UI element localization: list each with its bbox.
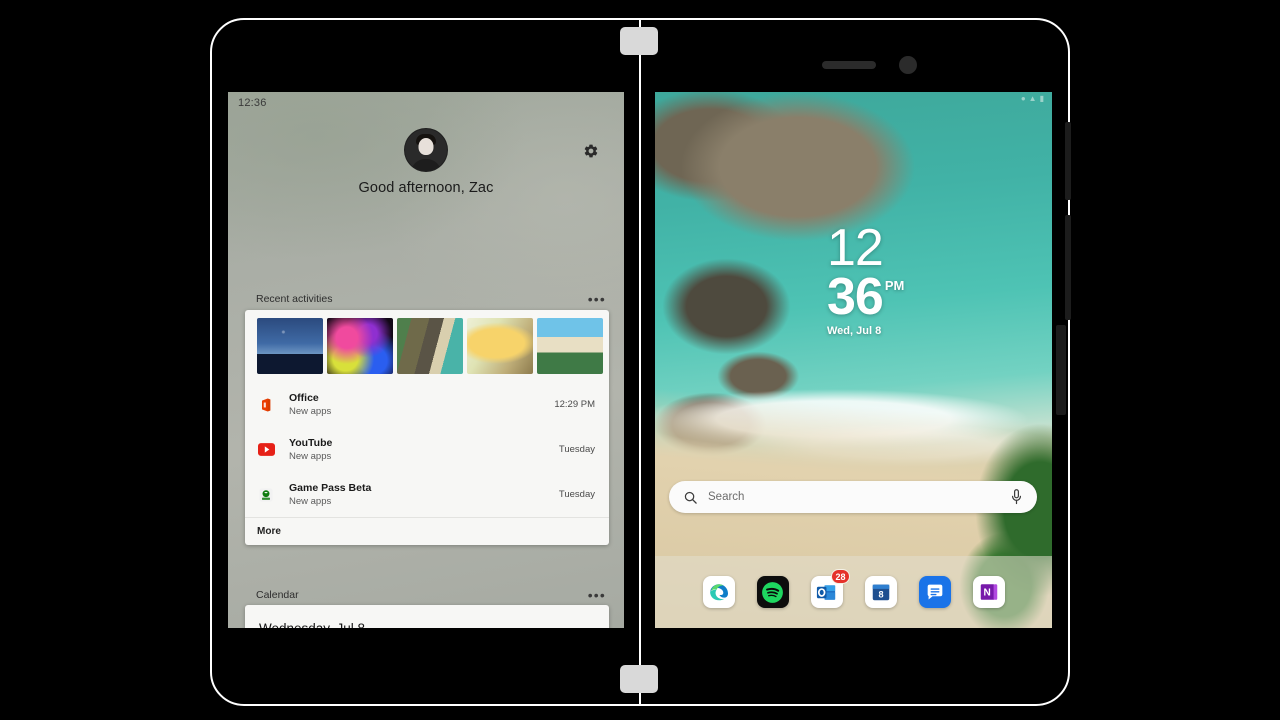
power-button[interactable] bbox=[1065, 215, 1071, 320]
thumbnail-strip bbox=[245, 310, 609, 382]
avatar-body bbox=[411, 159, 441, 171]
app-dock: 28 8 N bbox=[655, 556, 1052, 628]
clock-hours: 12 bbox=[827, 219, 884, 277]
spotify-icon bbox=[762, 581, 783, 603]
outlook-icon bbox=[816, 584, 836, 600]
activity-list: Office New apps 12:29 PM YouTube New app… bbox=[245, 382, 609, 517]
calendar-overflow-icon[interactable]: ••• bbox=[588, 588, 606, 602]
fingerprint-button[interactable] bbox=[1056, 325, 1066, 415]
recent-activities-card: Office New apps 12:29 PM YouTube New app… bbox=[245, 310, 609, 545]
wifi-icon: ● bbox=[1020, 94, 1026, 103]
hinge-tab-top bbox=[620, 27, 658, 55]
activity-subtitle: New apps bbox=[289, 450, 332, 462]
dock-app-spotify[interactable] bbox=[756, 576, 789, 608]
activity-time: Tuesday bbox=[558, 489, 595, 500]
activity-text: Game Pass Beta New apps bbox=[289, 482, 559, 508]
dock-app-onenote[interactable]: N bbox=[972, 576, 1005, 608]
search-placeholder: Search bbox=[708, 491, 745, 503]
speaker-grille bbox=[822, 61, 876, 69]
avatar-face bbox=[418, 138, 434, 155]
right-status-bar: ● ▲ ▮ bbox=[1021, 95, 1044, 103]
search-bar[interactable]: Search bbox=[669, 481, 1037, 513]
calendar-title: Calendar bbox=[256, 589, 299, 601]
onenote-icon: N bbox=[980, 584, 997, 600]
settings-button[interactable] bbox=[580, 140, 602, 162]
gamepass-icon bbox=[257, 486, 275, 504]
clock-date: Wed, Jul 8 bbox=[827, 325, 882, 337]
arrow-left-icon[interactable]: ← bbox=[541, 620, 557, 628]
feed-header: Good afternoon, Zac bbox=[228, 114, 624, 210]
activity-text: YouTube New apps bbox=[289, 437, 559, 463]
activity-app-name: Office bbox=[289, 391, 319, 404]
greeting-text: Good afternoon, Zac bbox=[358, 180, 494, 196]
signal-icon: ▲ bbox=[1028, 94, 1037, 103]
thumbnail-beach-cove[interactable] bbox=[537, 318, 603, 374]
gear-icon bbox=[584, 144, 598, 158]
youtube-icon bbox=[257, 441, 275, 459]
hinge-tab-bottom bbox=[620, 665, 658, 693]
status-bar-clock: 12:36 bbox=[238, 97, 267, 109]
activity-subtitle: New apps bbox=[289, 495, 332, 507]
left-status-bar: 12:36 bbox=[228, 92, 624, 114]
battery-icon: ▮ bbox=[1039, 94, 1044, 103]
activity-app-name: Game Pass Beta bbox=[289, 481, 372, 494]
more-button[interactable]: More bbox=[245, 517, 609, 545]
more-label: More bbox=[257, 526, 281, 537]
calendar-date: Wednesday, Jul 8 bbox=[259, 621, 365, 628]
list-item[interactable]: YouTube New apps Tuesday bbox=[245, 427, 609, 472]
dock-app-edge[interactable] bbox=[702, 576, 735, 608]
clock-minutes-row: 36 PM bbox=[827, 268, 905, 326]
clock-minutes: 36 bbox=[827, 268, 884, 326]
thumbnail-color-smoke[interactable] bbox=[327, 318, 393, 374]
thumbnail-night-sky-ocean[interactable] bbox=[257, 318, 323, 374]
recent-activities-header: Recent activities ••• bbox=[228, 286, 624, 312]
calendar-card: Wednesday, Jul 8 ← → Add event bbox=[245, 605, 609, 628]
device-hinge bbox=[639, 18, 641, 706]
calendar-date-row: Wednesday, Jul 8 ← → bbox=[245, 605, 609, 628]
recent-activities-overflow-icon[interactable]: ••• bbox=[588, 292, 606, 306]
svg-text:8: 8 bbox=[878, 590, 883, 600]
clock-widget[interactable]: 12 36 PM Wed, Jul 8 bbox=[827, 219, 905, 337]
front-camera bbox=[899, 56, 917, 74]
calendar-nav: ← → bbox=[541, 620, 593, 628]
office-icon bbox=[257, 396, 275, 414]
dock-app-outlook[interactable]: 28 bbox=[810, 569, 850, 608]
activity-subtitle: New apps bbox=[289, 405, 332, 417]
messages-icon bbox=[927, 584, 942, 600]
search-icon bbox=[684, 491, 697, 504]
right-screen: ● ▲ ▮ 12 36 PM Wed, Jul 8 Search 28 8 N bbox=[655, 92, 1052, 628]
edge-icon bbox=[709, 584, 728, 601]
dock-app-calendar[interactable]: 8 bbox=[864, 576, 897, 608]
arrow-right-icon[interactable]: → bbox=[577, 620, 593, 628]
activity-text: Office New apps bbox=[289, 392, 554, 418]
volume-button[interactable] bbox=[1065, 122, 1071, 200]
avatar[interactable] bbox=[404, 128, 448, 172]
clock-meridiem: PM bbox=[884, 278, 905, 293]
recent-activities-title: Recent activities bbox=[256, 293, 333, 305]
svg-text:N: N bbox=[983, 588, 990, 599]
calendar-icon: 8 bbox=[872, 584, 889, 601]
list-item[interactable]: Office New apps 12:29 PM bbox=[245, 382, 609, 427]
microphone-icon[interactable] bbox=[1010, 489, 1023, 505]
dock-app-messages[interactable] bbox=[918, 576, 951, 608]
thumbnail-rocky-coast[interactable] bbox=[397, 318, 463, 374]
badge-count: 28 bbox=[831, 569, 850, 584]
left-screen: 12:36 Good afternoon, Zac Recent activit… bbox=[228, 92, 624, 628]
thumbnail-yellow-leaf[interactable] bbox=[467, 318, 533, 374]
list-item[interactable]: Game Pass Beta New apps Tuesday bbox=[245, 472, 609, 517]
activity-time: Tuesday bbox=[558, 444, 595, 455]
activity-time: 12:29 PM bbox=[554, 399, 595, 410]
activity-app-name: YouTube bbox=[289, 436, 333, 449]
screenshot-root: 12:36 Good afternoon, Zac Recent activit… bbox=[0, 0, 1280, 720]
